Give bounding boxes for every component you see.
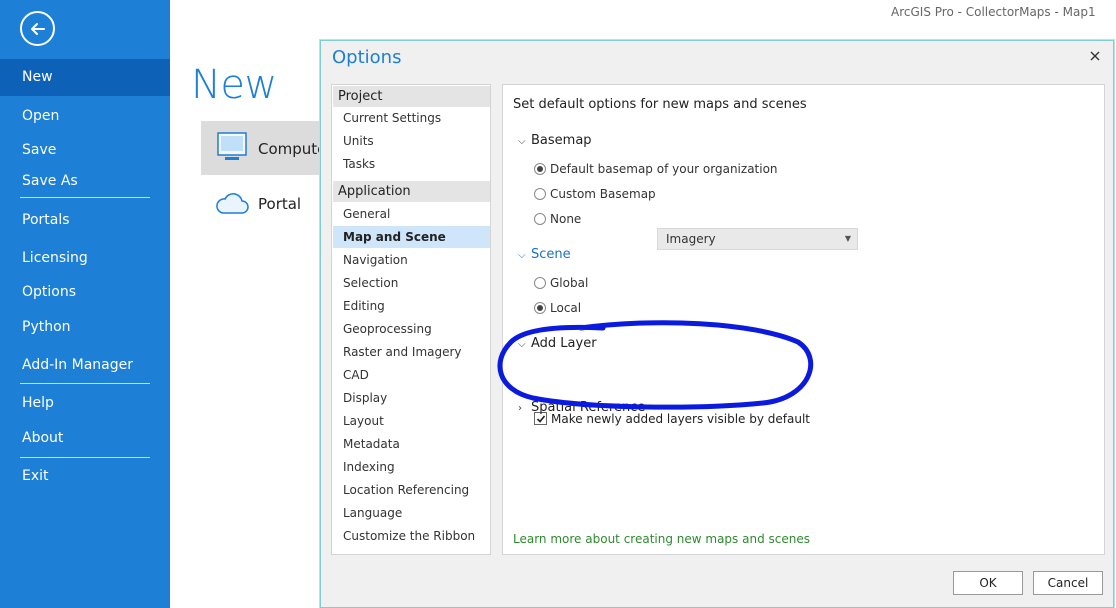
radio-label: None <box>550 212 582 226</box>
radio-label: Global <box>550 276 589 290</box>
options-content: Set default options for new maps and sce… <box>502 84 1105 555</box>
backstage-item-save[interactable]: Save <box>0 135 170 165</box>
backstage-item-add-in-manager[interactable]: Add-In Manager <box>0 350 170 380</box>
backstage-item-licensing[interactable]: Licensing <box>0 243 170 273</box>
chevron-down-icon: ⌵ <box>518 250 526 261</box>
backstage-item-about[interactable]: About <box>0 423 170 453</box>
radio-button[interactable] <box>534 276 546 289</box>
nav-item-selection[interactable]: Selection <box>333 272 490 294</box>
backstage-item-portals[interactable]: Portals <box>0 205 170 235</box>
radio-default-basemap[interactable]: Default basemap of your organization <box>534 160 778 178</box>
backstage-item-new[interactable]: New <box>0 59 170 96</box>
section-label: Add Layer <box>531 336 597 351</box>
section-label: Spatial Reference <box>531 400 646 415</box>
nav-item-customize-the-ribbon[interactable]: Customize the Ribbon <box>333 525 490 547</box>
nav-group-header: Project <box>333 86 490 107</box>
nav-item-geoprocessing[interactable]: Geoprocessing <box>333 318 490 340</box>
select-value: Imagery <box>666 232 716 246</box>
backstage-separator <box>20 383 150 384</box>
nav-item-editing[interactable]: Editing <box>333 295 490 317</box>
backstage-item-python[interactable]: Python <box>0 312 170 342</box>
location-portal[interactable]: Portal <box>201 180 326 228</box>
nav-item-display[interactable]: Display <box>333 387 490 409</box>
backstage-sidebar: New Open Save Save As Portals Licensing … <box>0 0 170 608</box>
dialog-title: Options <box>332 47 402 68</box>
backstage-item-options[interactable]: Options <box>0 277 170 307</box>
nav-item-raster-and-imagery[interactable]: Raster and Imagery <box>333 341 490 363</box>
custom-basemap-select[interactable]: Imagery ▼ <box>657 228 858 250</box>
dropdown-arrow-icon: ▼ <box>844 234 851 243</box>
backstage-separator <box>20 457 150 458</box>
app-title: ArcGIS Pro - CollectorMaps - Map1 <box>891 5 1096 19</box>
nav-item-metadata[interactable]: Metadata <box>333 433 490 455</box>
back-button[interactable] <box>20 11 55 46</box>
nav-item-layout[interactable]: Layout <box>333 410 490 432</box>
chevron-down-icon: ⌵ <box>518 339 526 350</box>
radio-scene-local[interactable]: Local <box>534 299 581 317</box>
computer-icon <box>217 132 247 160</box>
section-label: Scene <box>531 247 571 262</box>
radio-scene-global[interactable]: Global <box>534 274 588 292</box>
section-label: Basemap <box>531 133 592 148</box>
backstage-separator <box>20 197 150 198</box>
backstage-item-exit[interactable]: Exit <box>0 461 170 491</box>
section-add-layer[interactable]: ⌵ Add Layer <box>518 336 597 351</box>
section-scene[interactable]: ⌵ Scene <box>518 247 571 262</box>
close-icon[interactable] <box>1087 48 1103 64</box>
backstage-item-save-as[interactable]: Save As <box>0 166 170 196</box>
nav-item-tasks[interactable]: Tasks <box>333 153 490 175</box>
radio-button[interactable] <box>534 162 546 175</box>
back-arrow-icon <box>31 23 45 35</box>
radio-button[interactable] <box>534 212 546 225</box>
nav-item-units[interactable]: Units <box>333 130 490 152</box>
checkmark-icon <box>536 415 546 423</box>
radio-label: Local <box>550 301 582 315</box>
options-dialog: Options Project Current Settings Units T… <box>320 40 1114 608</box>
nav-item-current-settings[interactable]: Current Settings <box>333 107 490 129</box>
options-nav: Project Current Settings Units Tasks App… <box>331 84 491 555</box>
radio-label: Default basemap of your organization <box>550 162 778 176</box>
location-computer[interactable]: Computer <box>201 121 333 175</box>
nav-group-header: Application <box>333 181 490 202</box>
cancel-button[interactable]: Cancel <box>1033 571 1103 595</box>
section-basemap[interactable]: ⌵ Basemap <box>518 133 592 148</box>
nav-item-general[interactable]: General <box>333 203 490 225</box>
backstage-item-help[interactable]: Help <box>0 388 170 418</box>
radio-custom-basemap[interactable]: Custom Basemap <box>534 185 656 203</box>
location-label: Portal <box>258 195 302 213</box>
radio-label: Custom Basemap <box>550 187 656 201</box>
nav-item-navigation[interactable]: Navigation <box>333 249 490 271</box>
nav-item-indexing[interactable]: Indexing <box>333 456 490 478</box>
ok-button[interactable]: OK <box>953 571 1023 595</box>
page-title: New <box>191 62 277 108</box>
radio-no-basemap[interactable]: None <box>534 210 581 228</box>
backstage-item-open[interactable]: Open <box>0 101 170 131</box>
content-title: Set default options for new maps and sce… <box>513 97 807 112</box>
chevron-right-icon: › <box>518 403 522 414</box>
radio-button[interactable] <box>534 187 546 200</box>
nav-item-map-and-scene[interactable]: Map and Scene <box>333 226 490 248</box>
nav-item-cad[interactable]: CAD <box>333 364 490 386</box>
nav-item-language[interactable]: Language <box>333 502 490 524</box>
learn-more-link[interactable]: Learn more about creating new maps and s… <box>513 532 810 546</box>
cloud-icon <box>216 193 249 214</box>
radio-button[interactable] <box>534 301 546 314</box>
chevron-down-icon: ⌵ <box>518 136 526 147</box>
section-spatial-reference[interactable]: › Spatial Reference <box>518 400 645 415</box>
nav-item-location-referencing[interactable]: Location Referencing <box>333 479 490 501</box>
